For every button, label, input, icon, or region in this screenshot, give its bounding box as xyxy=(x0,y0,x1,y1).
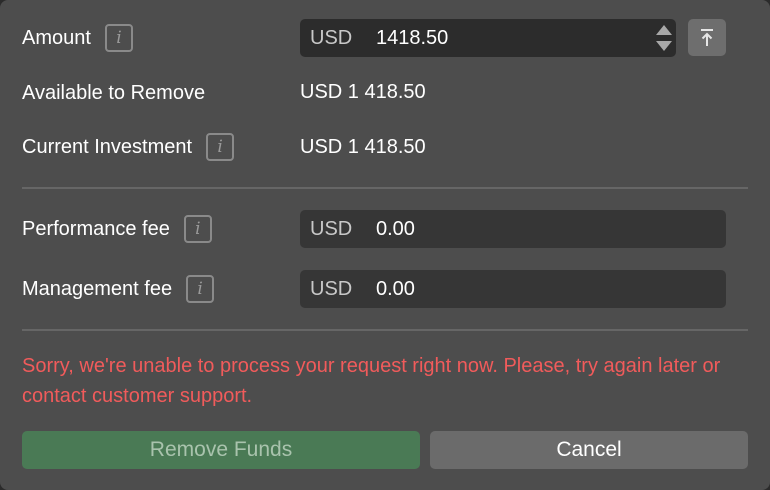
performance-fee-label: Performance fee xyxy=(22,217,170,240)
cancel-button[interactable]: Cancel xyxy=(430,431,748,469)
remove-funds-button[interactable]: Remove Funds xyxy=(22,431,420,469)
management-fee-info-icon[interactable]: i xyxy=(186,275,215,303)
amount-label: Amount xyxy=(22,26,91,49)
management-fee-label: Management fee xyxy=(22,277,173,300)
arrow-to-top-icon xyxy=(701,28,713,46)
investment-label: Current Investment xyxy=(22,135,193,158)
investment-value: USD 1 418.50 xyxy=(300,136,426,158)
investment-info-icon[interactable]: i xyxy=(206,133,235,161)
available-label: Available to Remove xyxy=(22,81,206,104)
investment-label-group: Current Investment i xyxy=(22,133,235,161)
amount-input[interactable]: USD 1418.50 xyxy=(300,19,676,57)
available-value: USD 1 418.50 xyxy=(300,81,426,103)
remove-funds-dialog: Amount i USD 1418.50 Available to Remove… xyxy=(0,0,770,490)
stepper-up-icon[interactable] xyxy=(656,25,672,35)
management-fee-label-group: Management fee i xyxy=(22,275,215,303)
error-message: Sorry, we're unable to process your requ… xyxy=(22,355,721,407)
management-fee-value: 0.00 xyxy=(376,277,415,300)
performance-fee-value: 0.00 xyxy=(376,217,415,240)
performance-fee-label-group: Performance fee i xyxy=(22,215,212,243)
performance-fee-currency: USD xyxy=(310,217,353,240)
divider xyxy=(22,187,748,189)
performance-fee-info-icon[interactable]: i xyxy=(183,215,212,243)
max-amount-button[interactable] xyxy=(688,19,726,56)
amount-stepper[interactable] xyxy=(656,25,672,51)
amount-label-group: Amount i xyxy=(22,24,133,52)
stepper-down-icon[interactable] xyxy=(656,41,672,51)
management-fee-field: USD 0.00 xyxy=(300,270,726,308)
management-fee-currency: USD xyxy=(310,277,353,300)
amount-value[interactable]: 1418.50 xyxy=(376,27,448,50)
amount-info-icon[interactable]: i xyxy=(104,24,133,52)
performance-fee-field: USD 0.00 xyxy=(300,210,726,248)
amount-currency: USD xyxy=(310,26,353,49)
divider xyxy=(22,329,748,331)
